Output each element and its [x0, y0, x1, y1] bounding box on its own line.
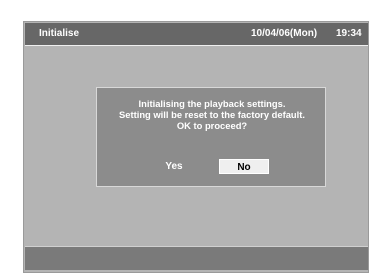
no-button[interactable]: No: [219, 159, 269, 174]
title-bar: Initialise 10/04/06(Mon) 19:34: [25, 23, 368, 46]
yes-button[interactable]: Yes: [154, 159, 194, 174]
dialog-message-line-2: Setting will be reset to the factory def…: [119, 109, 305, 120]
dialog-message-line-1: Initialising the playback settings.: [138, 98, 286, 109]
date-readout: 10/04/06(Mon): [251, 28, 318, 39]
dialog-message-line-3: OK to proceed?: [176, 120, 248, 131]
screen-title: Initialise: [39, 28, 80, 39]
tv-screen: Initialise 10/04/06(Mon) 19:34 Initialis…: [0, 0, 376, 277]
confirm-dialog: Initialising the playback settings. Sett…: [96, 87, 326, 187]
bottom-bar: [25, 246, 368, 270]
time-readout: 19:34: [336, 28, 362, 39]
